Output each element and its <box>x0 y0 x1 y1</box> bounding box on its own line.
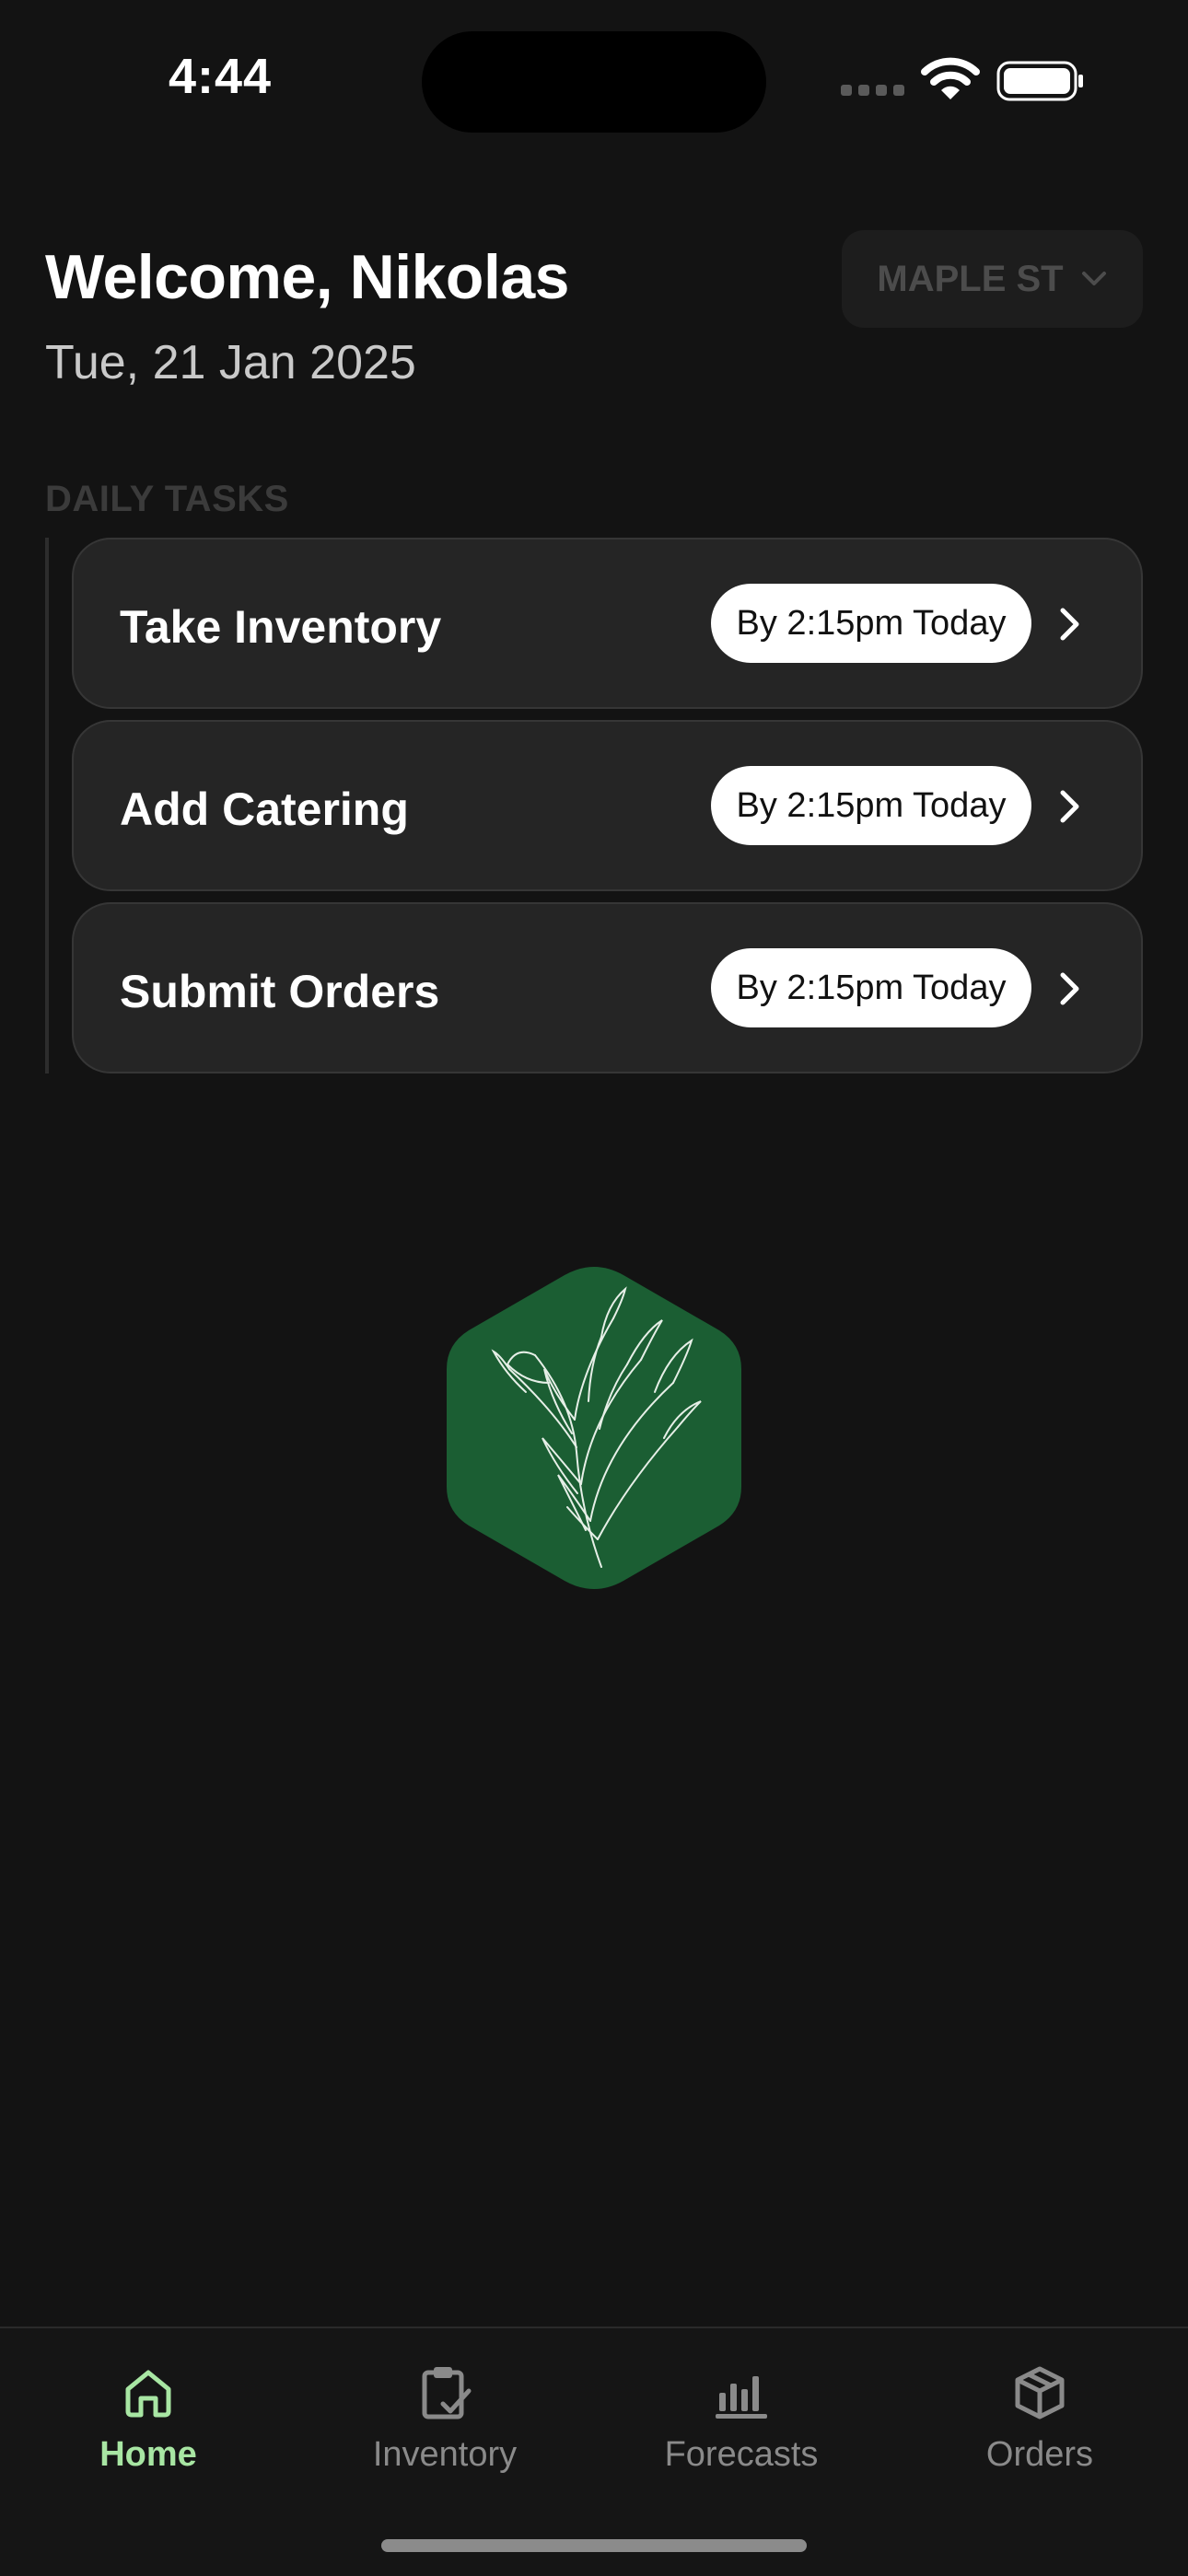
tab-label: Home <box>99 2435 197 2474</box>
dynamic-island <box>422 31 766 133</box>
wifi-icon <box>921 57 980 99</box>
chevron-down-icon <box>1081 272 1106 285</box>
task-title: Take Inventory <box>120 601 442 653</box>
tab-label: Inventory <box>372 2435 518 2474</box>
tab-forecasts[interactable]: Forecasts <box>593 2363 890 2475</box>
clipboard-check-icon <box>422 2367 472 2419</box>
status-time: 4:44 <box>169 49 273 104</box>
location-label: MAPLE ST <box>877 258 1064 299</box>
chevron-right-icon <box>1060 790 1079 823</box>
current-date: Tue, 21 Jan 2025 <box>45 336 416 389</box>
task-due-badge: By 2:15pm Today <box>711 948 1031 1027</box>
tab-home[interactable]: Home <box>0 2363 297 2475</box>
task-due-badge: By 2:15pm Today <box>711 766 1031 845</box>
task-card-submit-orders[interactable]: Submit Orders By 2:15pm Today <box>72 902 1143 1073</box>
home-icon <box>125 2370 171 2418</box>
box-icon <box>1015 2366 1065 2419</box>
home-indicator[interactable] <box>381 2539 807 2552</box>
chevron-right-icon <box>1060 608 1079 641</box>
tab-label: Forecasts <box>664 2435 819 2474</box>
chevron-right-icon <box>1060 972 1079 1005</box>
tab-label: Orders <box>985 2435 1094 2474</box>
welcome-title: Welcome, Nikolas <box>45 242 569 312</box>
task-title: Add Catering <box>120 783 409 835</box>
battery-icon <box>996 61 1083 101</box>
location-dropdown[interactable]: MAPLE ST <box>842 230 1143 328</box>
bar-chart-icon <box>716 2376 767 2419</box>
cellular-signal-icon <box>841 85 905 98</box>
daily-tasks-label: DAILY TASKS <box>45 479 289 519</box>
task-rail-divider <box>45 538 49 1073</box>
tab-orders[interactable]: Orders <box>891 2363 1188 2475</box>
task-card-take-inventory[interactable]: Take Inventory By 2:15pm Today <box>72 538 1143 709</box>
task-due-badge: By 2:15pm Today <box>711 584 1031 663</box>
brand-logo-icon <box>447 1267 741 1589</box>
task-title: Submit Orders <box>120 966 440 1017</box>
task-card-add-catering[interactable]: Add Catering By 2:15pm Today <box>72 720 1143 891</box>
tab-inventory[interactable]: Inventory <box>297 2363 593 2475</box>
